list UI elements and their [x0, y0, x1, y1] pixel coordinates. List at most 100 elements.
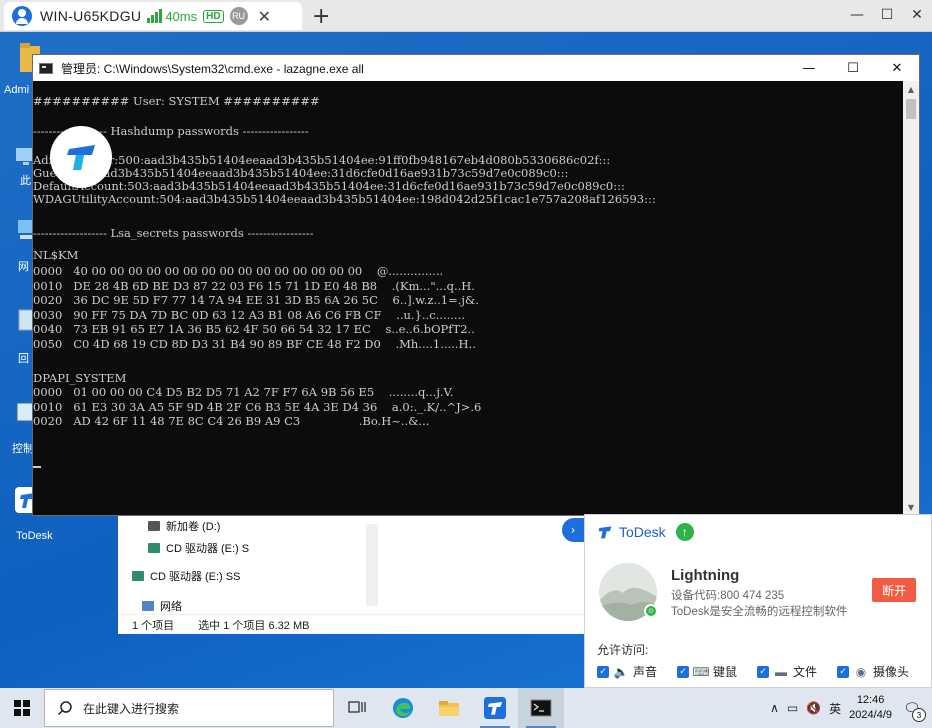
- desktop-label-network: 网: [18, 261, 29, 273]
- todesk-brand-icon: [598, 526, 612, 539]
- device-code: 设备代码:800 474 235: [671, 590, 785, 602]
- item-count: 1 个项目: [132, 619, 175, 632]
- cmd-taskbar-button[interactable]: [518, 688, 564, 728]
- checkbox-checked-icon[interactable]: ✓: [837, 665, 850, 678]
- network-tray-icon[interactable]: ▭: [787, 701, 798, 715]
- todesk-taskbar-button[interactable]: [472, 688, 518, 728]
- file-explorer-window: 新加卷 (D:) CD 驱动器 (E:) S CD 驱动器 (E:) SS 网络…: [118, 514, 598, 634]
- remote-titlebar: WIN-U65KDGU 40ms HD RU ✕ + — ☐ ✕: [0, 0, 932, 32]
- cmd-window[interactable]: 管理员: C:\Windows\System32\cmd.exe - lazag…: [32, 54, 920, 516]
- perm-camera[interactable]: ✓ ◉ 摄像头: [837, 663, 909, 680]
- online-badge-icon: ⊙: [644, 604, 658, 618]
- task-view-icon: [348, 701, 366, 713]
- search-icon: [57, 701, 72, 716]
- remote-session-tab[interactable]: WIN-U65KDGU 40ms HD RU ✕: [4, 2, 302, 30]
- scroll-thumb[interactable]: [906, 99, 916, 119]
- folder-icon: ▬: [775, 664, 788, 679]
- drive-icon: [148, 521, 160, 531]
- todesk-username: Lightning: [671, 567, 740, 584]
- minimize-button[interactable]: —: [842, 0, 872, 30]
- notification-button[interactable]: 🗨 3: [900, 696, 926, 722]
- desktop-label-this-pc: 此: [20, 175, 31, 187]
- taskbar-search[interactable]: 在此键入进行搜索: [44, 689, 334, 727]
- task-view-button[interactable]: [334, 688, 380, 728]
- cmd-console[interactable]: ########## User: SYSTEM ########## -----…: [33, 81, 905, 515]
- edge-icon: [393, 698, 413, 718]
- cmd-taskbar-icon: [530, 699, 552, 717]
- console-line: ------------------- Lsa_secrets password…: [33, 226, 314, 240]
- cmd-minimize-button[interactable]: —: [787, 55, 831, 81]
- console-line: ########## User: SYSTEM ##########: [33, 94, 320, 108]
- perm-camera-label: 摄像头: [873, 665, 910, 679]
- signal-icon: [147, 9, 163, 23]
- console-line: 0040 73 EB 91 65 E7 1A 36 B5 62 4F 50 66…: [33, 322, 475, 336]
- hd-badge[interactable]: HD: [203, 9, 224, 23]
- console-line: 0000 40 00 00 00 00 00 00 00 00 00 00 00…: [33, 264, 444, 278]
- cmd-scrollbar[interactable]: ▲ ▼: [903, 81, 919, 515]
- clock[interactable]: 12:46 2024/4/9: [849, 693, 892, 723]
- file-explorer-taskbar-button[interactable]: [426, 688, 472, 728]
- perm-files[interactable]: ✓ ▬ 文件: [757, 663, 817, 680]
- console-line: WDAGUtilityAccount:504:aad3b435b51404eea…: [33, 192, 656, 206]
- cd-drive-item-2[interactable]: CD 驱动器 (E:) SS: [132, 568, 240, 584]
- windows-logo-icon: [14, 700, 30, 716]
- upload-icon[interactable]: ↑: [675, 523, 694, 541]
- taskbar: 在此键入进行搜索 ∧ ▭ 🔇 英 12:46 2024/4/9 🗨 3: [0, 688, 932, 728]
- cmd-titlebar[interactable]: 管理员: C:\Windows\System32\cmd.exe - lazag…: [33, 55, 919, 81]
- selected-info: 选中 1 个项目 6.32 MB: [198, 619, 310, 632]
- console-line: DPAPI_SYSTEM: [33, 371, 127, 385]
- todesk-floating-logo[interactable]: [50, 126, 112, 188]
- checkbox-checked-icon[interactable]: ✓: [597, 665, 609, 678]
- edge-taskbar-button[interactable]: [380, 688, 426, 728]
- cd-drive-item[interactable]: CD 驱动器 (E:) S: [148, 540, 249, 556]
- tab-title: WIN-U65KDGU: [40, 8, 142, 24]
- cd-drive-icon: [148, 543, 160, 553]
- perm-sound[interactable]: ✓ 🔈 声音: [597, 663, 657, 680]
- todesk-panel: ToDesk ↑ ⊙ Lightning 设备代码:800 474 235 To…: [584, 514, 932, 688]
- language-badge[interactable]: RU: [229, 7, 248, 25]
- cmd-close-button[interactable]: ✕: [875, 55, 919, 81]
- console-line: DefaultAccount:503:aad3b435b51404eeaad3b…: [33, 179, 625, 193]
- volume-muted-icon[interactable]: 🔇: [806, 701, 821, 715]
- disconnect-button[interactable]: 断开: [872, 578, 916, 602]
- todesk-expand-button[interactable]: ›: [562, 518, 584, 542]
- console-line: Administrator:500:aad3b435b51404eeaad3b4…: [33, 153, 611, 167]
- console-line: 0010 61 E3 30 3A A5 5F 9D 4B 2F C6 B3 5E…: [33, 400, 482, 414]
- ime-indicator[interactable]: 英: [829, 700, 841, 717]
- scroll-down-icon[interactable]: ▼: [903, 499, 919, 515]
- console-line: 0020 36 DC 9E 5D F7 77 14 7A 94 EE 31 3D…: [33, 293, 479, 307]
- file-explorer-icon: [439, 701, 459, 716]
- permission-list: ✓ 🔈 声音 ✓ ⌨ 键鼠 ✓ ▬ 文件 ✓ ◉ 摄像头: [597, 663, 909, 680]
- cmd-title: 管理员: C:\Windows\System32\cmd.exe - lazag…: [61, 61, 364, 76]
- explorer-scrollbar[interactable]: [366, 524, 378, 606]
- checkbox-checked-icon[interactable]: ✓: [677, 665, 690, 678]
- maximize-button[interactable]: ☐: [872, 0, 902, 30]
- cmd-icon: [39, 62, 53, 74]
- notification-count: 3: [912, 708, 926, 722]
- new-tab-button[interactable]: +: [312, 4, 330, 29]
- speaker-icon: 🔈: [613, 664, 629, 679]
- desktop-label-recycle: 回: [18, 353, 29, 365]
- tab-close-icon[interactable]: ✕: [258, 7, 271, 26]
- todesk-logo-icon: [67, 145, 95, 170]
- close-button[interactable]: ✕: [902, 0, 932, 30]
- desktop-label-todesk: ToDesk: [16, 530, 53, 542]
- todesk-brand: ToDesk: [619, 524, 666, 540]
- network-item[interactable]: 网络: [142, 598, 182, 614]
- drive-d-item[interactable]: 新加卷 (D:): [148, 518, 220, 534]
- clock-date: 2024/4/9: [849, 709, 892, 721]
- todesk-slogan: ToDesk是安全流畅的远程控制软件: [671, 606, 848, 618]
- keyboard-icon: ⌨: [692, 664, 710, 679]
- user-icon: [12, 6, 32, 26]
- start-button[interactable]: [0, 688, 44, 728]
- drive-d-label: 新加卷 (D:): [166, 521, 221, 533]
- desktop-label-admin: Admi: [4, 84, 30, 96]
- scroll-up-icon[interactable]: ▲: [903, 81, 919, 97]
- console-line: 0030 90 FF 75 DA 7D BC 0D 63 12 A3 B1 08…: [33, 308, 465, 322]
- show-hidden-icon[interactable]: ∧: [770, 701, 779, 715]
- network-icon: [142, 601, 154, 611]
- console-line: 0020 AD 42 6F 11 48 7E 8C C4 26 B9 A9 C3…: [33, 414, 430, 428]
- checkbox-checked-icon[interactable]: ✓: [757, 665, 770, 678]
- cmd-maximize-button[interactable]: ☐: [831, 55, 875, 81]
- perm-keyboard[interactable]: ✓ ⌨ 键鼠: [677, 663, 737, 680]
